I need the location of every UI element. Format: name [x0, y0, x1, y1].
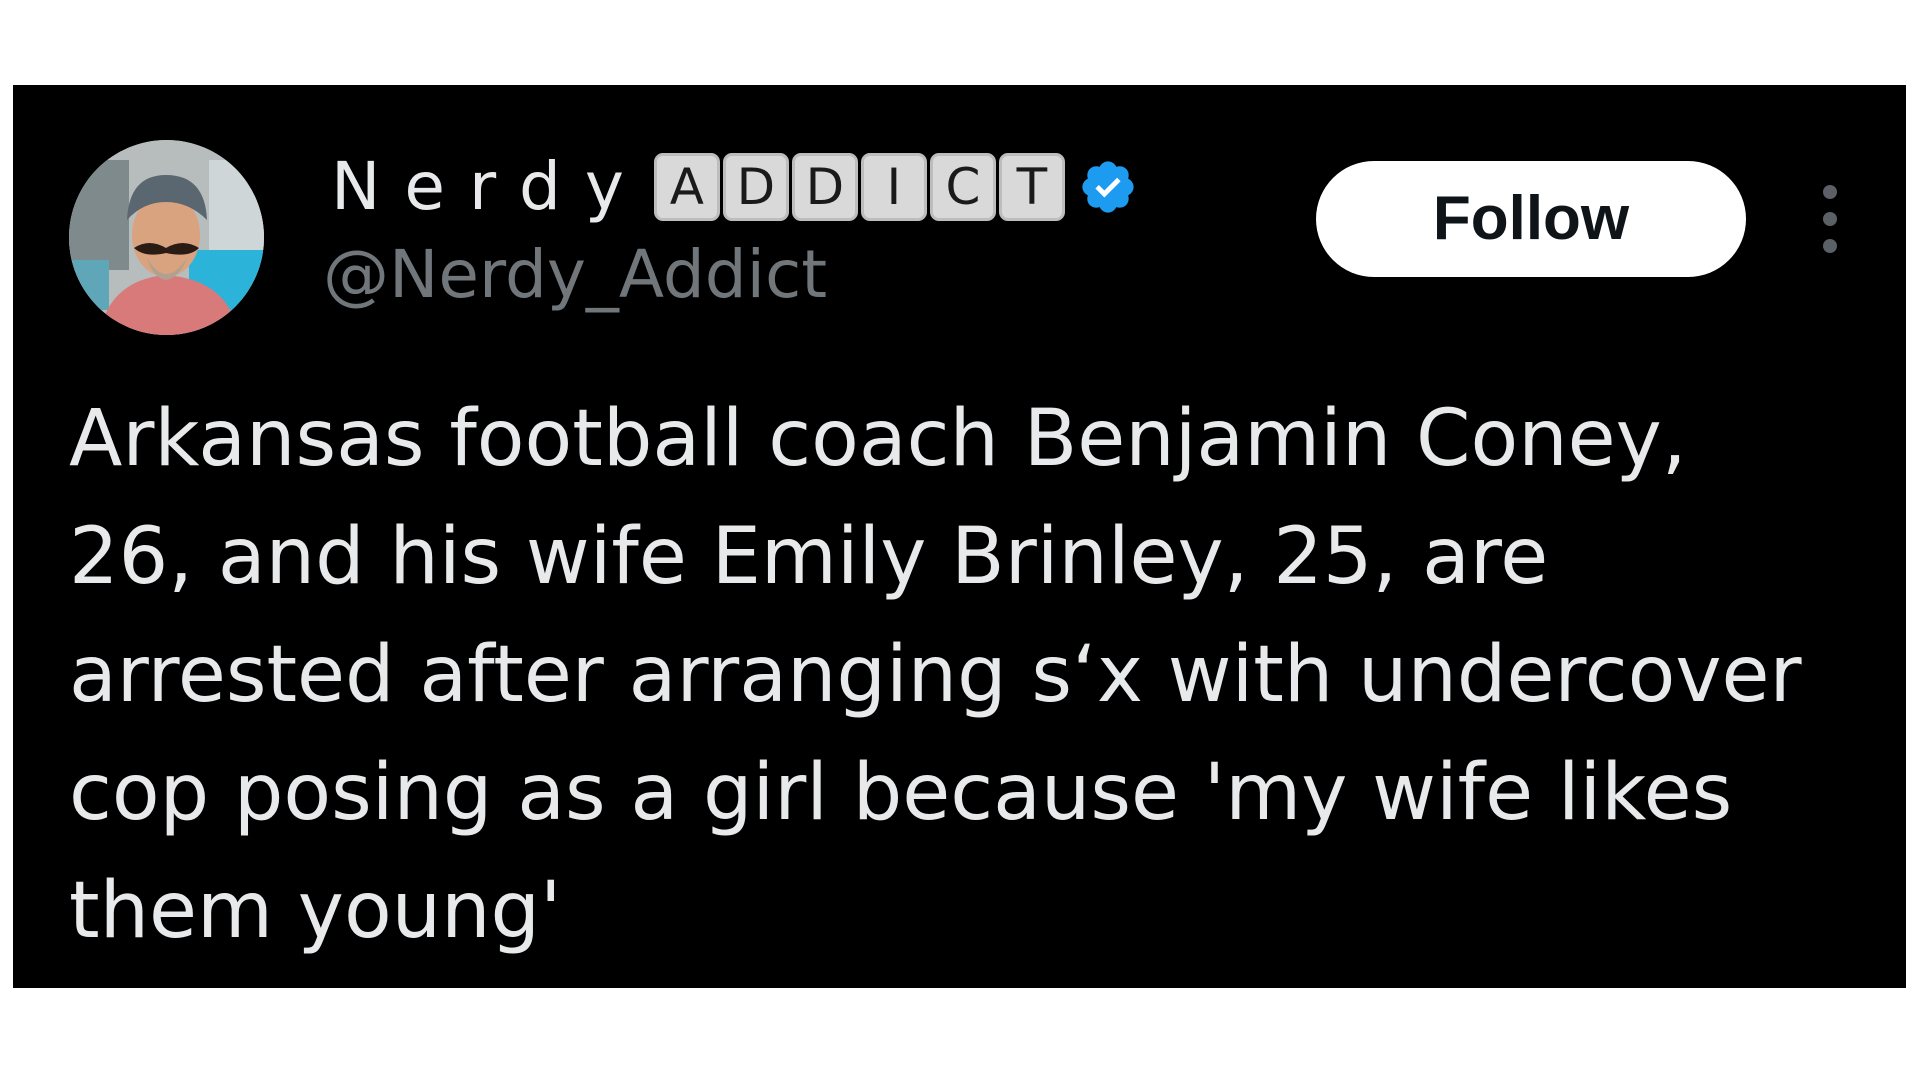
- avatar[interactable]: [69, 140, 264, 335]
- letter-badge: I: [860, 153, 927, 221]
- avatar-image: [69, 140, 264, 335]
- letter-badge: A: [653, 153, 720, 221]
- follow-button[interactable]: Follow: [1316, 161, 1746, 277]
- tweet-text-line: them young': [69, 866, 562, 956]
- display-name-text: Nerdy: [331, 148, 648, 225]
- display-name[interactable]: Nerdy A D D I C T: [331, 147, 1138, 227]
- letter-badge: D: [791, 153, 858, 221]
- verified-badge-icon[interactable]: [1078, 157, 1138, 217]
- more-dot: [1823, 212, 1837, 226]
- tweet-text-line: arrested after arranging sʻx with underc…: [69, 630, 1802, 720]
- tweet-card: Nerdy A D D I C T @Nerdy_Addict Follow A…: [13, 85, 1906, 988]
- letter-badge: D: [722, 153, 789, 221]
- tweet-text: Arkansas football coach Benjamin Coney, …: [69, 380, 1889, 970]
- tweet-text-line: Arkansas football coach Benjamin Coney,: [69, 394, 1687, 484]
- name-letter-badges: A D D I C T: [653, 153, 1068, 221]
- more-dot: [1823, 239, 1837, 253]
- more-vertical-icon[interactable]: [1818, 185, 1842, 255]
- more-dot: [1823, 185, 1837, 199]
- user-handle[interactable]: @Nerdy_Addict: [323, 235, 827, 315]
- letter-badge: T: [998, 153, 1065, 221]
- letter-badge: C: [929, 153, 996, 221]
- tweet-text-line: 26, and his wife Emily Brinley, 25, are: [69, 512, 1549, 602]
- tweet-text-line: cop posing as a girl because 'my wife li…: [69, 748, 1733, 838]
